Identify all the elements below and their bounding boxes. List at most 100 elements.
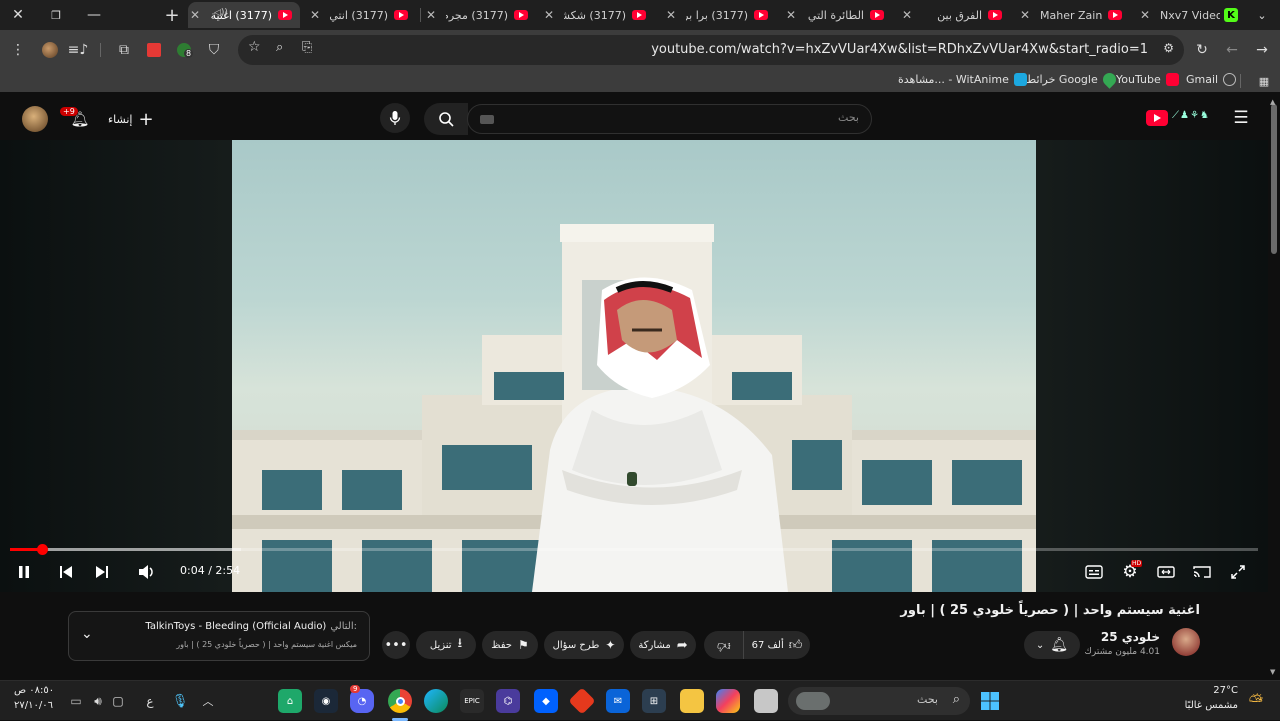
forward-icon[interactable]: ← — [1220, 38, 1244, 62]
bookmark-google-maps[interactable]: خرائط Google — [1026, 70, 1119, 89]
bookmark-gmail[interactable]: Gmail — [1186, 73, 1237, 86]
wireless-app-icon[interactable]: ⌂ — [278, 689, 302, 713]
anydesk-icon[interactable] — [568, 687, 596, 715]
channel-name[interactable]: خلودي 25 — [1101, 630, 1160, 644]
tab-8[interactable]: ✕ Nxv7 Videos K — [1138, 2, 1242, 28]
tab-close-icon[interactable]: ✕ — [308, 8, 322, 22]
tab-song-active[interactable]: ✕ ◁)) (3177) اغنية — [188, 2, 300, 28]
battery-icon[interactable]: ▭ — [64, 689, 88, 713]
subtitles-button[interactable] — [1082, 560, 1106, 584]
dropbox-icon[interactable]: ◆ — [534, 689, 558, 713]
volume-button[interactable] — [134, 560, 158, 584]
extension-shield-icon[interactable]: 8 — [172, 38, 196, 62]
account-avatar[interactable] — [22, 106, 48, 132]
new-tab-button[interactable]: + — [154, 0, 190, 30]
next-button[interactable] — [90, 560, 114, 584]
outlook-icon[interactable]: ✉ — [606, 689, 630, 713]
chevron-down-icon[interactable]: ⌄ — [81, 626, 93, 642]
window-close-button[interactable]: ✕ — [0, 0, 36, 30]
scroll-up-icon[interactable]: ▲ — [1270, 98, 1275, 106]
ask-button[interactable]: طرح سؤال ✦ — [544, 631, 624, 659]
media-control-icon[interactable]: ≡♪ — [66, 38, 90, 62]
epic-games-icon[interactable]: EPIC — [460, 689, 484, 713]
steam-icon[interactable]: ◉ — [314, 689, 338, 713]
bookmark-star-icon[interactable]: ☆ — [248, 39, 261, 55]
taskbar-search-box[interactable]: بحث ⌕ — [788, 687, 970, 715]
zoom-icon[interactable]: ⌕ — [276, 40, 283, 55]
tab-5[interactable]: ✕ الطائرة التي — [784, 2, 892, 28]
clock-time[interactable]: ٠٨:٥٠ ص — [14, 685, 54, 696]
address-bar[interactable]: ☆ ⌕ ⎘ youtube.com/watch?v=hxZvVUar4Xw&li… — [238, 35, 1184, 65]
install-app-icon[interactable]: ⎘ — [302, 40, 312, 55]
tab-search-icon[interactable]: ⌄ — [1244, 0, 1280, 30]
bookmark-witanime[interactable]: مشاهدة... - WitAnime — [898, 73, 1027, 86]
tab-close-icon[interactable]: ✕ — [1138, 8, 1152, 22]
tab-close-icon[interactable]: ✕ — [424, 8, 438, 22]
share-button[interactable]: مشاركة ➦ — [630, 631, 696, 659]
extension-m-icon[interactable] — [142, 38, 166, 62]
pause-button[interactable] — [12, 560, 36, 584]
tab-1[interactable]: ✕ (3177) انتي — [308, 2, 416, 28]
youtube-logo[interactable] — [1146, 110, 1168, 126]
fullscreen-button[interactable] — [1226, 560, 1250, 584]
site-settings-icon[interactable]: ⚙ — [1163, 41, 1174, 55]
channel-avatar[interactable] — [1172, 628, 1200, 656]
network-icon[interactable]: ▢ — [106, 689, 130, 713]
create-button[interactable]: إنشاء + — [108, 106, 154, 132]
show-hidden-icons[interactable]: ︿ — [196, 689, 220, 713]
edge-icon[interactable] — [424, 689, 448, 713]
doodle-logo[interactable]: ⟋♟⚘♞ — [1172, 110, 1220, 126]
weather-temperature[interactable]: 27°C — [1213, 685, 1238, 696]
tab-close-icon[interactable]: ✕ — [664, 8, 678, 22]
back-icon[interactable]: → — [1250, 38, 1274, 62]
language-indicator[interactable]: ع — [138, 689, 162, 713]
windows-start-icon[interactable] — [978, 689, 1002, 713]
dislike-button[interactable]: 👍︎ — [704, 631, 744, 659]
like-button[interactable]: 67 ألف 👍︎ — [744, 631, 810, 659]
reload-icon[interactable]: ↻ — [1190, 38, 1214, 62]
settings-button[interactable]: ⚙ HD — [1118, 560, 1143, 584]
scroll-down-icon[interactable]: ▼ — [1270, 668, 1275, 676]
bookmark-youtube[interactable]: YouTube — [1116, 73, 1179, 86]
vpn-shield-icon[interactable]: ⛉ — [202, 38, 226, 62]
video-player[interactable]: 0:04 / 2:54 ⚙ HD — [0, 140, 1268, 592]
file-explorer-icon[interactable] — [680, 689, 704, 713]
tab-close-icon[interactable]: ✕ — [542, 8, 556, 22]
copilot-icon[interactable] — [716, 689, 740, 713]
store-icon[interactable]: ⊞ — [642, 689, 666, 713]
scrollbar-thumb[interactable] — [1271, 104, 1277, 254]
search-button[interactable] — [424, 103, 468, 135]
previous-button[interactable] — [54, 560, 78, 584]
chrome-icon[interactable] — [388, 689, 412, 713]
keyboard-icon[interactable] — [480, 115, 494, 124]
voice-search-button[interactable] — [380, 103, 410, 133]
weather-sun-cloud-icon[interactable]: ⛅︎ — [1244, 689, 1268, 713]
subscribed-bell-button[interactable]: ⌄ 🔔︎ — [1024, 631, 1080, 659]
save-button[interactable]: حفظ ⚑ — [482, 631, 538, 659]
window-restore-button[interactable]: ❐ — [38, 0, 74, 30]
all-bookmarks-icon[interactable]: ▦ — [1252, 69, 1276, 93]
tab-3[interactable]: ✕ (3177) شكشك — [542, 2, 654, 28]
tab-6[interactable]: ✕ الفرق بين — [900, 2, 1010, 28]
progress-bar[interactable] — [10, 544, 1258, 555]
more-actions-button[interactable]: ••• — [382, 631, 410, 659]
extensions-icon[interactable]: ⧉ — [112, 38, 136, 62]
tab-close-icon[interactable]: ✕ — [1018, 8, 1032, 22]
tab-4[interactable]: ✕ (3177) برا برا — [664, 2, 776, 28]
tab-7[interactable]: ✕ Maher Zain — [1018, 2, 1130, 28]
up-next-card[interactable]: ⌄ TalkinToys - Bleeding (Official Audio)… — [68, 611, 370, 661]
page-scrollbar[interactable]: ▲ ▼ — [1268, 98, 1280, 680]
weather-description[interactable]: مشمس غالبًا — [1185, 700, 1238, 711]
notepad-icon[interactable] — [754, 689, 778, 713]
tab-close-icon[interactable]: ✕ — [900, 8, 914, 22]
vs-code-icon[interactable]: ⌬ — [496, 689, 520, 713]
tab-close-icon[interactable]: ✕ — [188, 8, 202, 22]
chrome-menu-icon[interactable]: ⋮ — [6, 38, 30, 62]
window-minimize-button[interactable]: — — [76, 0, 112, 30]
tab-2[interactable]: ✕ (3177) مجرم — [424, 2, 536, 28]
guide-menu-icon[interactable]: ☰ — [1230, 107, 1252, 129]
download-button[interactable]: تنزيل ⭳ — [416, 631, 476, 659]
video-frame[interactable] — [232, 140, 1036, 592]
profile-avatar[interactable] — [38, 38, 62, 62]
theater-mode-button[interactable] — [1154, 560, 1178, 584]
